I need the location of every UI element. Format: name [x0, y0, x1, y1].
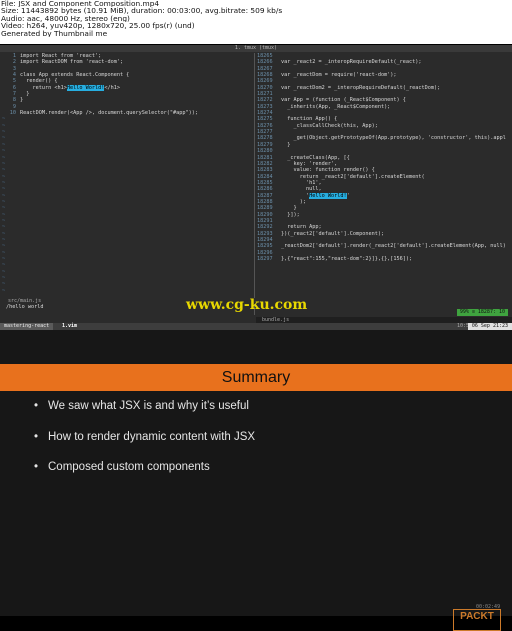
code-text: '	[346, 192, 350, 199]
video-metadata-header: File: JSX and Component Composition.mp4 …	[0, 0, 512, 44]
slide-title: Summary	[221, 369, 291, 386]
code-text: class App extends React.Component {	[20, 72, 130, 79]
bullet-item: • Composed custom components	[34, 458, 255, 489]
code-text: return _react2['default'].createElement(	[281, 173, 425, 180]
code-text: _get(Object.getPrototypeOf(App.prototype…	[281, 135, 506, 142]
bullet-item: • How to render dynamic content with JSX	[34, 428, 255, 459]
code-line: 18295 _reactDom2['default'].render(_react…	[257, 243, 510, 249]
bullet-text: Composed custom components	[48, 461, 210, 473]
code-text: var _reactDom2 = _interopRequireDefault(…	[281, 84, 441, 91]
code-text: function App() {	[281, 116, 338, 123]
code-text: return <h1>	[20, 84, 67, 91]
code-line: 18297 },{"react":155,"react-dom":2}]},{},…	[257, 256, 510, 262]
code-text: }]);	[281, 211, 300, 218]
code-text: key: 'render',	[281, 160, 338, 167]
code-text: import React from 'react';	[20, 53, 102, 59]
code-text: ReactDOM.render(<App />, document.queryS…	[20, 110, 199, 117]
bullet-text: We saw what JSX is and why it’s useful	[48, 400, 249, 412]
search-match-highlight: Hello World!	[309, 192, 347, 199]
bullet-dot-icon: •	[34, 461, 39, 473]
summary-slide: Summary • We saw what JSX is and why it’s…	[0, 330, 512, 631]
code-text: }	[281, 141, 291, 148]
code-text: _reactDom2['default'].render(_react2['de…	[281, 243, 506, 250]
bullet-dot-icon: •	[34, 400, 39, 412]
code-text: import ReactDOM from 'react-dom';	[20, 59, 124, 66]
meta-line-size: Size: 11443892 bytes (10.91 MiB), durati…	[1, 7, 283, 15]
packt-logo: PACKT	[453, 609, 501, 631]
code-text: }	[20, 91, 30, 98]
code-text: </h1>	[104, 84, 120, 91]
bullet-item: • We saw what JSX is and why it’s useful	[34, 397, 255, 428]
video-timestamp: 00:02:49	[476, 604, 501, 610]
vim-left-pane[interactable]: 1 import React from 'react'; 2 import React…	[2, 53, 252, 313]
code-text: var _react2 = _interopRequireDefault(_re…	[281, 59, 422, 66]
code-text: },{"react":155,"react-dom":2}]},{},[156]…	[281, 256, 413, 262]
code-text: }	[20, 97, 24, 104]
code-text: }	[281, 205, 297, 212]
terminal-window: 1. tmux (tmux) 1 import React from 'react…	[0, 45, 512, 330]
code-text: _inherits(App, _React$Component);	[281, 103, 391, 110]
code-text: );	[281, 198, 306, 205]
video-frame: 1. tmux (tmux) 1 import React from 'react…	[0, 45, 512, 631]
tmux-status-bar: mastering-react 1.vim 10:57 06 Sep 21:23	[0, 323, 512, 330]
code-text: _createClass(App, [{	[281, 154, 350, 161]
code-text: '	[281, 192, 310, 199]
tmux-session-name[interactable]: mastering-react	[0, 323, 54, 330]
code-text: var _reactDom = require('react-dom');	[281, 72, 397, 79]
meta-line-file: File: JSX and Component Composition.mp4	[1, 0, 160, 8]
bullet-text: How to render dynamic content with JSX	[48, 430, 256, 443]
line-number: 18297	[257, 256, 273, 262]
tmux-title-bar: 1. tmux (tmux)	[0, 45, 512, 52]
code-text: _classCallCheck(this, App);	[281, 122, 378, 129]
search-match-highlight: Hello World!	[66, 84, 105, 91]
code-text: var App = (function (_React$Component) {	[281, 97, 406, 104]
code-text: null,	[281, 186, 322, 193]
code-text: render() {	[20, 78, 58, 85]
tmux-date: 06 Sep 21:23	[467, 323, 512, 330]
code-text: return App;	[281, 224, 322, 231]
meta-line-generator: Generated by Thumbnail me	[1, 29, 108, 38]
code-line: 18278 _get(Object.getPrototypeOf(App.pro…	[257, 135, 510, 141]
watermark-text: www.cg-ku.com	[186, 297, 308, 313]
summary-bullet-list: • We saw what JSX is and why it’s useful …	[34, 397, 255, 489]
meta-line-video: Video: h264, yuv420p, 1280x720, 25.00 fp…	[1, 22, 195, 30]
bullet-dot-icon: •	[34, 430, 39, 443]
tmux-window-tab[interactable]: 1.vim	[62, 323, 77, 330]
vim-right-pane[interactable]: 18265 18266 var _react2 = _interopRequireD…	[257, 53, 510, 313]
code-text: 'h1',	[281, 179, 322, 186]
code-text: value: function render() {	[281, 167, 375, 174]
meta-line-audio: Audio: aac, 48000 Hz, stereo (eng)	[1, 14, 130, 23]
cursor-position: 99% ≡ 18287: 10	[456, 309, 508, 316]
empty-line-marker: ~	[2, 287, 6, 294]
summary-title-bar: Summary	[0, 364, 512, 391]
code-text: })(_react2['default'].Component);	[281, 230, 385, 237]
pane-divider[interactable]	[254, 53, 255, 315]
